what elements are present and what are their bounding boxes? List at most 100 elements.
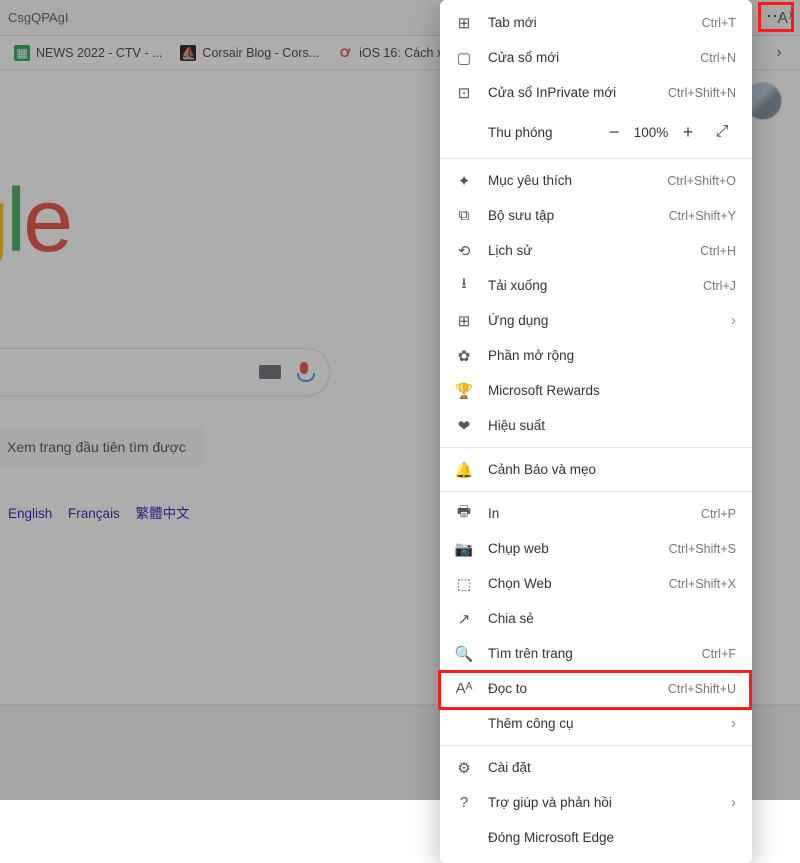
bookmark-label: Corsair Blog - Cors... [202, 46, 319, 60]
menu-item-label: Phần mở rộng [488, 348, 736, 363]
menu-item-label: Chia sẻ [488, 611, 736, 626]
menu-item-shortcut: Ctrl+N [700, 51, 736, 65]
menu-item-icon: ? [454, 793, 474, 813]
menu-item-label: Ứng dụng [488, 313, 725, 328]
menu-item-chia-s[interactable]: ↗ Chia sẻ [440, 601, 752, 636]
menu-item-shortcut: Ctrl+P [701, 507, 736, 521]
settings-menu: ⊞Tab mớiCtrl+T ▢ Cửa sổ mớiCtrl+N ⊡ Cửa sổ I… [440, 0, 752, 863]
zoom-in-button[interactable]: + [674, 118, 702, 146]
menu-item-icon: ✦ [454, 171, 474, 191]
menu-item-icon: ▢ [454, 48, 474, 68]
submenu-chevron-icon: › [731, 715, 736, 732]
menu-item-c-a-s-m-i[interactable]: ▢ Cửa sổ mớiCtrl+N [440, 40, 752, 75]
menu-item-label: Lịch sử [488, 243, 700, 258]
menu-separator [440, 491, 752, 492]
menu-item-shortcut: Ctrl+F [702, 647, 736, 661]
menu-item-hi-u-su-t[interactable]: ❤ Hiệu suất [440, 408, 752, 443]
submenu-chevron-icon: › [731, 312, 736, 329]
bookmark-item[interactable]: Ơ iOS 16: Cách xó [329, 41, 458, 65]
menu-item-label: In [488, 506, 701, 521]
keyboard-icon[interactable] [259, 365, 281, 379]
menu-item-label: Chụp web [488, 541, 669, 556]
google-logo: ogle [0, 170, 70, 273]
menu-item-label: Cảnh Báo và mẹo [488, 462, 736, 477]
menu-separator [440, 447, 752, 448]
menu-item-icon: 🔔 [454, 460, 474, 480]
language-link[interactable]: 繁體中文 [136, 506, 190, 521]
bookmark-favicon-icon: ⛵ [180, 45, 196, 61]
menu-item-label: Mục yêu thích [488, 173, 667, 188]
menu-item-tr-gi-p-v-ph-n-h-i[interactable]: ? Trợ giúp và phản hồi › [440, 785, 752, 820]
language-link[interactable]: Français [68, 506, 120, 521]
menu-item-c-nh-b-o-v-m-o[interactable]: 🔔 Cảnh Báo và mẹo [440, 452, 752, 487]
menu-item-c-a-s-inprivate-m-i[interactable]: ⊡ Cửa sổ InPrivate mớiCtrl+Shift+N [440, 75, 752, 110]
menu-item-icon: 📷 [454, 539, 474, 559]
menu-item-icon: 🔍 [454, 644, 474, 664]
menu-item-label: Trợ giúp và phản hồi [488, 795, 725, 810]
menu-item-microsoft-rewards[interactable]: 🏆 Microsoft Rewards [440, 373, 752, 408]
menu-item-b-s-u-t-p[interactable]: ⧉Bộ sưu tậpCtrl+Shift+Y [440, 198, 752, 233]
menu-item-label: Chọn Web [488, 576, 669, 591]
menu-item-icon: 🏆 [454, 381, 474, 401]
menu-item-t-i-xu-ng[interactable]: ⭳Tải xuốngCtrl+J [440, 268, 752, 303]
menu-item-ph-n-m-r-ng[interactable]: ✿ Phần mở rộng [440, 338, 752, 373]
menu-item-icon: ⚙ [454, 758, 474, 778]
bookmark-item[interactable]: ▦ NEWS 2022 - CTV - ... [6, 41, 170, 65]
bookmark-label: NEWS 2022 - CTV - ... [36, 46, 162, 60]
menu-item-ng-d-ng[interactable]: ⊞Ứng dụng› [440, 303, 752, 338]
menu-item-th-m-c-ng-c[interactable]: Thêm công cụ › [440, 706, 752, 741]
menu-item-shortcut: Ctrl+H [700, 244, 736, 258]
menu-item-in[interactable]: 🖶 InCtrl+P [440, 496, 752, 531]
language-link[interactable]: English [8, 506, 52, 521]
search-input[interactable] [0, 348, 330, 396]
microphone-icon[interactable] [297, 362, 311, 382]
url-fragment: CsgQPAgI [8, 10, 68, 25]
menu-item-shortcut: Ctrl+Shift+O [667, 174, 736, 188]
menu-item-label: Tìm trên trang [488, 646, 702, 661]
zoom-out-button[interactable]: − [600, 118, 628, 146]
menu-item-label: Cửa sổ mới [488, 50, 700, 65]
menu-item-icon: ❤ [454, 416, 474, 436]
menu-item-icon: ⬚ [454, 574, 474, 594]
menu-separator [440, 158, 752, 159]
menu-item-t-m-tr-n-trang[interactable]: 🔍 Tìm trên trangCtrl+F [440, 636, 752, 671]
menu-item-ch-n-web[interactable]: ⬚Chọn WebCtrl+Shift+X [440, 566, 752, 601]
menu-item-icon: ⧉ [454, 206, 474, 226]
menu-item-label: Tab mới [488, 15, 702, 30]
menu-item-ch-p-web[interactable]: 📷Chụp webCtrl+Shift+S [440, 531, 752, 566]
language-links: English Français 繁體中文 [8, 502, 202, 522]
lucky-button[interactable]: Xem trang đầu tiên tìm được [0, 428, 203, 466]
bookmark-label: iOS 16: Cách xó [359, 46, 450, 60]
menu-item-label: Đọc to [488, 681, 668, 696]
menu-item-label: Hiệu suất [488, 418, 736, 433]
menu-item-c-i-t[interactable]: ⚙Cài đặt [440, 750, 752, 785]
menu-item-c-to[interactable]: AᴬĐọc toCtrl+Shift+U [440, 671, 752, 706]
fullscreen-icon[interactable]: ⤢ [708, 118, 736, 146]
menu-item-icon: ✿ [454, 346, 474, 366]
menu-item-icon: ⟲ [454, 241, 474, 261]
bookmarks-overflow-chevron-icon[interactable]: › [764, 44, 794, 62]
menu-item-icon: ⭳ [454, 276, 474, 296]
menu-item-tab-m-i[interactable]: ⊞Tab mớiCtrl+T [440, 5, 752, 40]
menu-item-shortcut: Ctrl+T [702, 16, 736, 30]
menu-item-label: Thêm công cụ [488, 716, 725, 731]
more-menu-button[interactable]: ⋯ [766, 6, 786, 27]
submenu-chevron-icon: › [731, 794, 736, 811]
menu-item-icon: ⊡ [454, 83, 474, 103]
menu-item-l-ch-s[interactable]: ⟲ Lịch sửCtrl+H [440, 233, 752, 268]
menu-item-shortcut: Ctrl+Shift+N [668, 86, 736, 100]
menu-item-label: Cửa sổ InPrivate mới [488, 85, 668, 100]
bookmark-favicon-icon: Ơ [337, 45, 353, 61]
menu-item-m-c-y-u-th-ch[interactable]: ✦ Mục yêu thíchCtrl+Shift+O [440, 163, 752, 198]
menu-item-shortcut: Ctrl+J [703, 279, 736, 293]
zoom-control: Thu phóng−100%+⤢ [440, 110, 752, 154]
bookmark-favicon-icon: ▦ [14, 45, 30, 61]
menu-item-icon: ↗ [454, 609, 474, 629]
menu-item-icon: 🖶 [454, 504, 474, 524]
menu-item-ng-microsoft-edge[interactable]: Đóng Microsoft Edge [440, 820, 752, 855]
menu-item-label: Microsoft Rewards [488, 383, 736, 398]
menu-item-shortcut: Ctrl+Shift+U [668, 682, 736, 696]
menu-separator [440, 745, 752, 746]
bookmark-item[interactable]: ⛵ Corsair Blog - Cors... [172, 41, 327, 65]
menu-item-shortcut: Ctrl+Shift+Y [669, 209, 736, 223]
